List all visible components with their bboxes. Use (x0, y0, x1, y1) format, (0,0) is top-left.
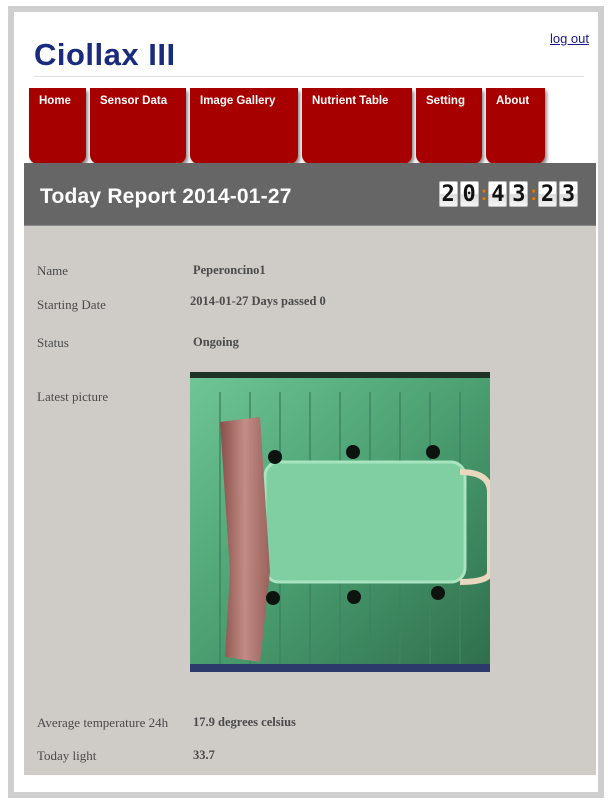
tab-setting[interactable]: Setting (416, 88, 482, 164)
plant-tray-photo (190, 372, 490, 672)
report-banner: Today Report 2014-01-27 2 0 : 4 3 : 2 3 (24, 163, 596, 226)
avg-temperature-label: Average temperature 24h (37, 715, 169, 730)
tab-nutrient-table[interactable]: Nutrient Table (302, 88, 412, 164)
flip-clock: 2 0 : 4 3 : 2 3 (438, 180, 580, 207)
clock-second-ones: 3 (559, 180, 578, 207)
clock-second-tens: 2 (538, 180, 557, 207)
site-title: Ciollax III (34, 37, 176, 72)
clock-hour-ones: 0 (459, 180, 479, 207)
name-label: Name (37, 263, 69, 278)
plant-tray-photo-image (190, 372, 490, 672)
today-light-label: Today light (37, 748, 97, 763)
header-divider (34, 76, 584, 77)
tab-home[interactable]: Home (29, 88, 86, 164)
clock-hour-tens: 2 (438, 180, 458, 207)
name-value: Peperoncino1 (193, 263, 266, 277)
logout-link[interactable]: log out (550, 31, 589, 46)
latest-picture-label: Latest picture (37, 389, 109, 404)
report-title: Today Report 2014-01-27 (40, 185, 292, 208)
tab-image-gallery-label: Image Gallery (200, 95, 276, 107)
clock-colon: : (480, 182, 488, 205)
avg-temperature-value: 17.9 degrees celsius (193, 715, 296, 729)
report-details: Name Peperoncino1 Starting Date 2014-01-… (24, 226, 596, 775)
tab-nutrient-table-label: Nutrient Table (312, 95, 389, 107)
starting-date-label: Starting Date (37, 297, 106, 312)
status-value: Ongoing (193, 335, 239, 349)
clock-minute-ones: 3 (509, 180, 529, 207)
today-light-value: 33.7 (193, 748, 215, 762)
tab-home-label: Home (39, 95, 71, 107)
page-frame: log out Ciollax III Home Sensor Data Ima… (8, 6, 604, 798)
tab-sensor-data[interactable]: Sensor Data (90, 88, 186, 164)
tab-setting-label: Setting (426, 95, 465, 107)
status-label: Status (37, 335, 69, 350)
tab-about[interactable]: About (486, 88, 545, 164)
clock-minute-tens: 4 (488, 180, 508, 207)
starting-date-value: 2014-01-27 Days passed 0 (190, 294, 326, 308)
tab-image-gallery[interactable]: Image Gallery (190, 88, 298, 164)
clock-colon: : (530, 182, 537, 205)
tab-about-label: About (496, 95, 530, 107)
tab-sensor-data-label: Sensor Data (100, 95, 168, 107)
